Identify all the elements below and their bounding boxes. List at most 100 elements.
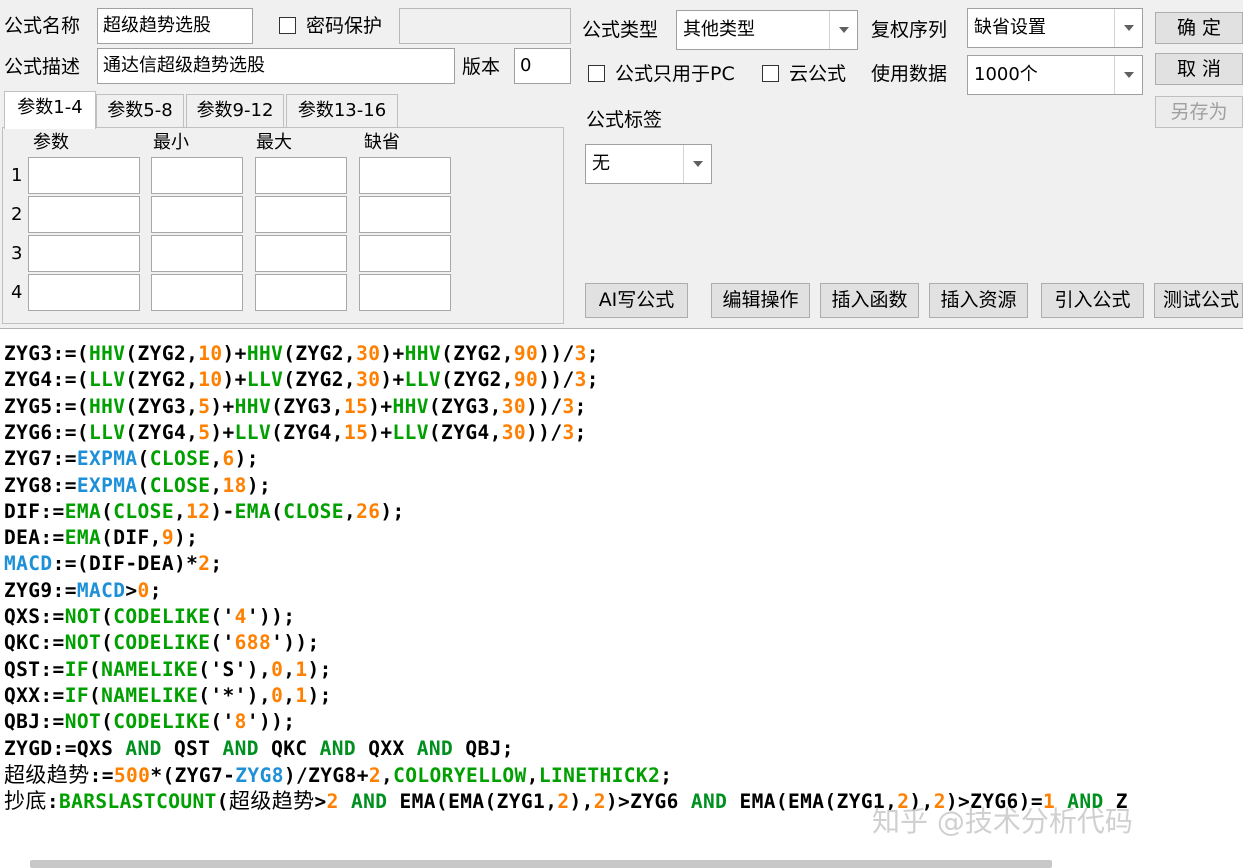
code-token: 2 <box>326 790 339 814</box>
cancel-button[interactable]: 取 消 <box>1155 53 1243 85</box>
code-token: (ZYG3, <box>428 394 502 418</box>
tab-params-5-8[interactable]: 参数5-8 <box>96 94 184 127</box>
formula-type-select[interactable]: 其他类型 <box>676 10 858 50</box>
param-2-min-input[interactable] <box>151 196 243 233</box>
code-token: 3 <box>562 394 575 418</box>
code-token: NAMELIKE <box>101 683 199 707</box>
param-3-default-input[interactable] <box>359 235 451 272</box>
code-token: (ZYG2, <box>283 368 357 392</box>
rights-select[interactable]: 缺省设置 <box>967 8 1143 48</box>
chevron-down-icon[interactable] <box>829 11 857 49</box>
code-line[interactable]: 超级趋势:=500*(ZYG7-ZYG8)/ZYG8+2,COLORYELLOW… <box>4 762 672 789</box>
version-input[interactable]: 0 <box>514 48 571 84</box>
code-token: ZYG5:=( <box>4 394 89 418</box>
import-formula-button[interactable]: 引入公式 <box>1041 283 1144 318</box>
horizontal-scrollbar[interactable] <box>30 860 1052 868</box>
code-token: ; <box>149 578 162 602</box>
chevron-down-icon[interactable] <box>683 145 711 183</box>
code-line[interactable]: ZYGD:=QXS AND QST AND QKC AND QXX AND QB… <box>4 736 514 762</box>
param-3-name-input[interactable] <box>28 235 140 272</box>
ok-button[interactable]: 确 定 <box>1155 12 1243 44</box>
edit-operations-button[interactable]: 编辑操作 <box>711 283 810 318</box>
cloud-checkbox[interactable] <box>762 65 779 82</box>
code-line[interactable]: MACD:=(DIF-DEA)*2; <box>4 551 223 577</box>
formula-tag-select[interactable]: 无 <box>585 144 712 184</box>
code-token: *(ZYG7- <box>150 763 236 787</box>
param-1-name-input[interactable] <box>28 157 140 194</box>
code-token: ; <box>660 763 673 787</box>
chevron-down-icon[interactable] <box>1114 9 1142 47</box>
formula-name-input[interactable]: 超级趋势选股 <box>97 8 253 44</box>
code-token: QST <box>161 736 223 760</box>
data-count-select[interactable]: 1000个 <box>967 55 1143 95</box>
code-token: ('S'), <box>198 657 272 681</box>
tab-params-9-12[interactable]: 参数9-12 <box>186 94 284 127</box>
code-token: QKC <box>258 736 320 760</box>
chevron-down-icon[interactable] <box>1114 56 1142 94</box>
param-3-min-input[interactable] <box>151 235 243 272</box>
param-3-max-input[interactable] <box>255 235 347 272</box>
param-header-min: 最小 <box>153 132 189 153</box>
code-line[interactable]: QXX:=IF(NAMELIKE('*'),0,1); <box>4 683 332 709</box>
code-token: 8 <box>234 710 247 734</box>
code-token: 3 <box>562 420 575 444</box>
param-2-max-input[interactable] <box>255 196 347 233</box>
ai-write-formula-button[interactable]: AI写公式 <box>585 283 688 318</box>
insert-function-button[interactable]: 插入函数 <box>820 283 919 318</box>
param-4-max-input[interactable] <box>255 274 347 311</box>
code-token: ( <box>137 473 150 497</box>
pc-only-checkbox[interactable] <box>588 65 605 82</box>
param-1-default-input[interactable] <box>359 157 451 194</box>
code-token: ; <box>586 342 599 365</box>
code-line[interactable]: DEA:=EMA(DIF,9); <box>4 525 198 551</box>
code-line[interactable]: ZYG6:=(LLV(ZYG4,5)+LLV(ZYG4,15)+LLV(ZYG4… <box>4 420 587 446</box>
code-line[interactable]: QST:=IF(NAMELIKE('S'),0,1); <box>4 657 332 683</box>
code-token: 0 <box>271 657 284 681</box>
code-token: DEA:= <box>4 526 65 550</box>
code-token: (' <box>210 631 235 655</box>
code-line[interactable]: ZYG5:=(HHV(ZYG3,5)+HHV(ZYG3,15)+HHV(ZYG3… <box>4 394 587 420</box>
param-4-name-input[interactable] <box>28 274 140 311</box>
code-token: ( <box>88 683 102 707</box>
code-token: ), <box>569 790 594 814</box>
code-token: NOT <box>64 605 102 628</box>
formula-code-editor[interactable]: ZYG3:=(HHV(ZYG2,10)+HHV(ZYG2,30)+HHV(ZYG… <box>0 328 1243 868</box>
code-line[interactable]: ZYG4:=(LLV(ZYG2,10)+LLV(ZYG2,30)+LLV(ZYG… <box>4 367 599 393</box>
code-token: 18 <box>222 473 247 497</box>
code-token: , <box>210 447 223 471</box>
code-line[interactable]: QKC:=NOT(CODELIKE('688')); <box>4 630 320 656</box>
code-token: 10 <box>198 342 223 365</box>
param-2-name-input[interactable] <box>28 196 140 233</box>
param-header-max: 最大 <box>256 132 292 153</box>
formula-desc-input[interactable]: 通达信超级趋势选股 <box>97 48 455 84</box>
param-4-default-input[interactable] <box>359 274 451 311</box>
code-token: LLV <box>88 368 126 392</box>
code-token: (ZYG4, <box>271 420 344 444</box>
code-token: (ZYG4, <box>125 420 199 444</box>
code-token: CLOSE <box>113 499 174 523</box>
code-token: ))/ <box>538 342 575 365</box>
code-token: ( <box>101 631 114 655</box>
insert-resource-button[interactable]: 插入资源 <box>929 283 1028 318</box>
test-formula-button[interactable]: 测试公式 <box>1154 283 1243 318</box>
code-token: , <box>210 473 223 497</box>
tab-params-1-4[interactable]: 参数1-4 <box>4 91 96 129</box>
code-line[interactable]: QBJ:=NOT(CODELIKE('8')); <box>4 709 295 735</box>
param-1-max-input[interactable] <box>255 157 347 194</box>
code-token: (ZYG2, <box>125 368 199 392</box>
password-input[interactable] <box>399 8 571 44</box>
param-1-min-input[interactable] <box>151 157 243 194</box>
param-4-min-input[interactable] <box>151 274 243 311</box>
code-token: 2 <box>593 790 606 814</box>
password-checkbox[interactable] <box>279 17 296 34</box>
code-line[interactable]: DIF:=EMA(CLOSE,12)-EMA(CLOSE,26); <box>4 499 405 525</box>
code-line[interactable]: ZYG8:=EXPMA(CLOSE,18); <box>4 473 271 499</box>
code-line[interactable]: ZYG9:=MACD>0; <box>4 578 162 604</box>
save-as-button[interactable]: 另存为 <box>1155 96 1243 128</box>
param-2-default-input[interactable] <box>359 196 451 233</box>
param-header-name: 参数 <box>33 132 69 153</box>
code-line[interactable]: ZYG7:=EXPMA(CLOSE,6); <box>4 446 259 472</box>
code-line[interactable]: ZYG3:=(HHV(ZYG2,10)+HHV(ZYG2,30)+HHV(ZYG… <box>4 341 599 367</box>
code-line[interactable]: QXS:=NOT(CODELIKE('4')); <box>4 604 295 630</box>
tab-params-13-16[interactable]: 参数13-16 <box>286 94 398 127</box>
